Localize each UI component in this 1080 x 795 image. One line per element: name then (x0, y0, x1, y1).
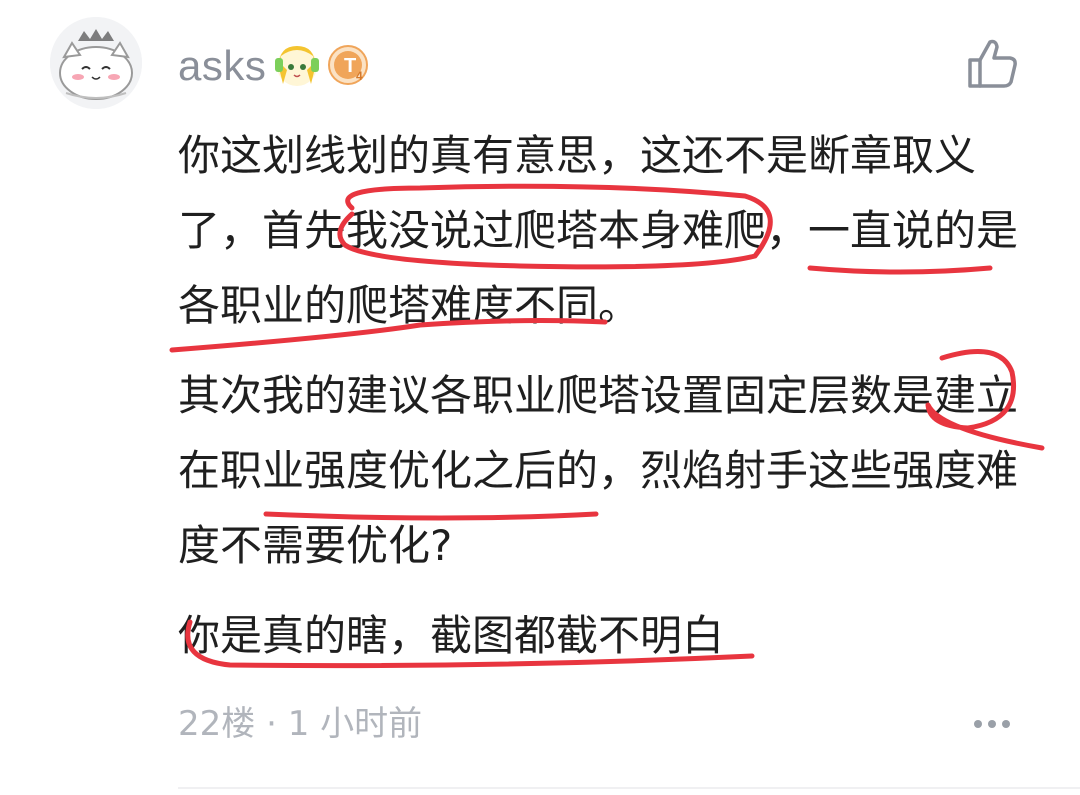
comment-body: 你这划线划的真有意思，这还不是断章取义了，首先我没说过爬塔本身难爬，一直说的是各… (178, 118, 1028, 688)
floor-number: 22楼 (178, 704, 256, 744)
like-button[interactable] (962, 36, 1020, 94)
level-badge-icon: T 4 (327, 44, 369, 86)
comment-card: asks T 4 你这划线划的真有意思，这还不是断章取义了，首先我没说过爬塔本身… (0, 0, 1080, 795)
level-badge-sub: 4 (356, 69, 363, 83)
user-avatar[interactable] (50, 17, 142, 109)
comment-paragraph: 你是真的瞎，截图都截不明白 (178, 611, 725, 660)
cat-avatar-icon (50, 17, 142, 109)
comment-paragraph: 你这划线划的真有意思，这还不是断章取义了，首先我没说过爬塔本身难爬，一直说的是各… (178, 131, 1019, 330)
post-time: 1 小时前 (287, 704, 423, 744)
more-options-button[interactable] (968, 706, 1016, 742)
post-meta: 22楼 · 1 小时前 (178, 701, 422, 747)
level-badge-letter: T (344, 55, 356, 77)
meta-separator: · (266, 704, 277, 744)
thumbs-up-icon (968, 39, 1017, 88)
username[interactable]: asks (178, 38, 266, 94)
comment-paragraph: 其次我的建议各职业爬塔设置固定层数是建立在职业强度优化之后的，烈焰射手这些强度难… (178, 371, 1019, 570)
more-dots-icon (974, 720, 1010, 728)
divider (178, 787, 1080, 789)
anime-girl-badge-icon (273, 40, 321, 88)
